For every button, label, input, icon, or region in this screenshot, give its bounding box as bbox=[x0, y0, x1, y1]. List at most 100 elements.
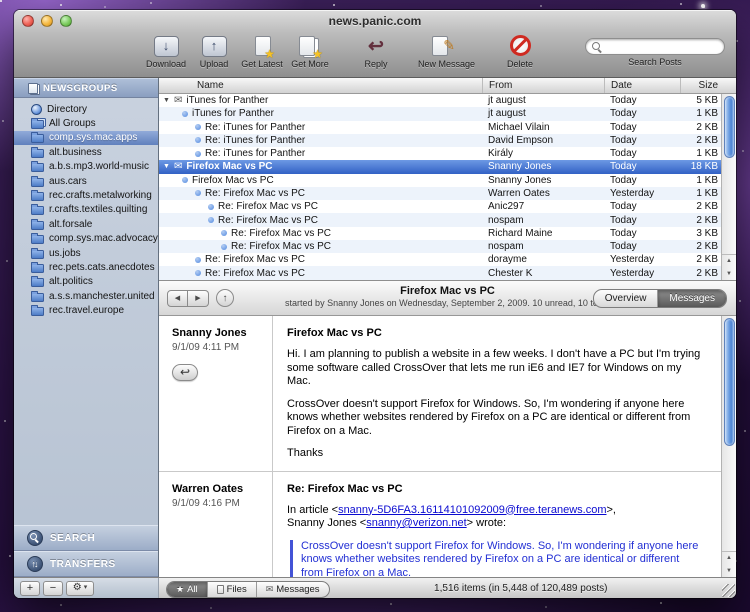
message-row[interactable]: Re: Firefox Mac vs PC Anic297 Today 2 KB bbox=[159, 200, 736, 213]
sidebar-item-rec-travel-europe[interactable]: rec.travel.europe bbox=[14, 303, 158, 317]
message-from: Chester K bbox=[488, 267, 533, 279]
column-header-name[interactable]: Name bbox=[159, 78, 482, 93]
upload-icon bbox=[197, 34, 231, 59]
message-name: Firefox Mac vs PC bbox=[186, 161, 273, 173]
sidebar-section-search[interactable]: SEARCH bbox=[14, 525, 158, 551]
sidebar-item-a-b-s-mp3-world-music[interactable]: a.b.s.mp3.world-music bbox=[14, 160, 158, 174]
message-body: Firefox Mac vs PC Hi. I am planning to pu… bbox=[273, 316, 721, 471]
sidebar-item-aus-cars[interactable]: aus.cars bbox=[14, 174, 158, 188]
sidebar-item-r-crafts-textiles-quilting[interactable]: r.crafts.textiles.quilting bbox=[14, 203, 158, 217]
toolbar-button-get-more[interactable]: Get More bbox=[286, 34, 334, 69]
newsgroup-folder-icon bbox=[31, 276, 44, 288]
message-name-cell: Firefox Mac vs PC bbox=[159, 175, 482, 186]
sidebar-item-directory[interactable]: Directory bbox=[14, 102, 158, 116]
filter-files[interactable]: Files bbox=[206, 581, 256, 597]
newsgroup-folder-icon bbox=[31, 233, 44, 245]
message-row[interactable]: Re: Firefox Mac vs PC nospam Today 2 KB bbox=[159, 239, 736, 254]
newsgroup-folder-icon bbox=[31, 161, 44, 173]
sidebar-item-rec-crafts-metalworking[interactable]: rec.crafts.metalworking bbox=[14, 188, 158, 202]
toolbar-button-get-latest[interactable]: Get Latest bbox=[238, 34, 286, 69]
back-button[interactable]: ◀ bbox=[167, 289, 188, 307]
tab-overview[interactable]: Overview bbox=[594, 290, 658, 307]
sidebar-item-comp-sys-mac-apps[interactable]: comp.sys.mac.apps bbox=[14, 130, 158, 146]
message-row[interactable]: Re: iTunes for Panther Király Today 1 KB bbox=[159, 147, 736, 160]
column-header-date[interactable]: Date bbox=[604, 78, 680, 93]
toolbar-button-reply[interactable]: Reply bbox=[352, 34, 400, 69]
message-subject: Re: Firefox Mac vs PC bbox=[287, 482, 403, 495]
toolbar-button-delete[interactable]: Delete bbox=[496, 34, 544, 69]
message-from: jt august bbox=[488, 108, 526, 120]
unread-dot-icon bbox=[221, 230, 227, 237]
sidebar-section-newsgroups[interactable]: NEWSGROUPS bbox=[14, 78, 158, 98]
filter-label: Messages bbox=[276, 583, 320, 595]
search-field[interactable] bbox=[585, 38, 725, 55]
disclosure-triangle-icon[interactable]: ▼ bbox=[163, 163, 173, 170]
toolbar-button-upload[interactable]: Upload bbox=[190, 34, 238, 69]
column-header-size[interactable]: Size bbox=[680, 78, 736, 93]
message-view-scrollbar[interactable]: ▲ ▼ bbox=[721, 316, 736, 577]
remove-button[interactable]: − bbox=[43, 580, 63, 596]
message-name-cell: iTunes for Panther bbox=[159, 108, 482, 119]
sidebar-item-alt-business[interactable]: alt.business bbox=[14, 145, 158, 159]
disclosure-triangle-icon[interactable]: ▼ bbox=[163, 97, 173, 104]
filter-all[interactable]: ★ All bbox=[167, 581, 207, 597]
message-row[interactable]: Re: Firefox Mac vs PC Richard Maine Today 3… bbox=[159, 227, 736, 240]
newsgroup-folder-icon bbox=[31, 204, 44, 216]
sidebar-item-rec-pets-cats-anecdotes[interactable]: rec.pets.cats.anecdotes bbox=[14, 260, 158, 274]
add-button[interactable]: + bbox=[20, 580, 40, 596]
close-button[interactable] bbox=[22, 15, 34, 27]
message-row[interactable]: ▼ ✉ Firefox Mac vs PC Snanny Jones Today 18 K… bbox=[159, 160, 736, 174]
message-row[interactable]: Re: Firefox Mac vs PC Warren Oates Yesterd… bbox=[159, 186, 736, 201]
up-arrow-button[interactable]: ↑ bbox=[216, 289, 234, 307]
scroll-down-arrow[interactable]: ▼ bbox=[722, 268, 736, 280]
sidebar-item-label: aus.cars bbox=[49, 175, 87, 187]
unread-dot-icon bbox=[182, 177, 188, 184]
message-row[interactable]: ▼ ✉ iTunes for Panther jt august Today 5 KB bbox=[159, 94, 736, 107]
scroll-up-arrow[interactable]: ▲ bbox=[722, 552, 736, 565]
scrollbar-thumb[interactable] bbox=[723, 96, 735, 158]
toolbar-button-label: Delete bbox=[506, 59, 533, 69]
toolbar-button-label: Get Latest bbox=[241, 59, 283, 69]
sidebar-item-label: alt.forsale bbox=[49, 218, 93, 230]
message-row[interactable]: Re: Firefox Mac vs PC dorayme Yesterday 2 K… bbox=[159, 253, 736, 266]
sidebar-item-comp-sys-mac-advocacy[interactable]: comp.sys.mac.advocacy bbox=[14, 232, 158, 246]
message-row[interactable]: Re: iTunes for Panther Michael Vilain Toda… bbox=[159, 121, 736, 134]
message-row[interactable]: Re: Firefox Mac vs PC Chester K Yesterday 2… bbox=[159, 266, 736, 280]
message-row[interactable]: iTunes for Panther jt august Today 1 KB bbox=[159, 107, 736, 121]
sidebar-item-a-s-s-manchester-united[interactable]: a.s.s.manchester.united bbox=[14, 289, 158, 303]
reply-button[interactable]: ↩ bbox=[172, 364, 198, 381]
action-menu-button[interactable]: ⚙ ▾ bbox=[66, 580, 94, 596]
toolbar-button-new-message[interactable]: New Message bbox=[418, 34, 475, 69]
tab-messages[interactable]: Messages bbox=[657, 290, 726, 307]
message-date: Today bbox=[610, 201, 637, 213]
search-input[interactable] bbox=[606, 40, 718, 53]
minimize-button[interactable] bbox=[41, 15, 53, 27]
message-row[interactable]: Re: Firefox Mac vs PC nospam Today 2 KB bbox=[159, 213, 736, 227]
resize-grip[interactable] bbox=[722, 584, 735, 597]
sidebar-item-alt-forsale[interactable]: alt.forsale bbox=[14, 217, 158, 231]
window-titlebar[interactable]: news.panic.com bbox=[14, 10, 736, 32]
scroll-down-arrow[interactable]: ▼ bbox=[722, 565, 736, 577]
message-list-scrollbar[interactable]: ▲ ▼ bbox=[721, 94, 736, 280]
toolbar-button-label: Download bbox=[145, 59, 187, 69]
scroll-up-arrow[interactable]: ▲ bbox=[722, 255, 736, 268]
forward-button[interactable]: ▶ bbox=[188, 289, 209, 307]
filter-label: All bbox=[187, 583, 198, 595]
filter-messages[interactable]: ✉ Messages bbox=[255, 581, 329, 597]
newsgroup-folder-icon bbox=[31, 290, 44, 302]
sidebar-item-alt-politics[interactable]: alt.politics bbox=[14, 275, 158, 289]
email-link[interactable]: snanny@verizon.net bbox=[366, 517, 466, 529]
toolbar-button-download[interactable]: Download bbox=[142, 34, 190, 69]
message-row[interactable]: Re: iTunes for Panther David Empson Today 2… bbox=[159, 133, 736, 148]
email-link[interactable]: snanny-5D6FA3.16114101092009@free.terane… bbox=[338, 504, 606, 516]
message-row[interactable]: Firefox Mac vs PC Snanny Jones Today 1 KB bbox=[159, 174, 736, 187]
groups-icon bbox=[31, 118, 44, 130]
sidebar-item-us-jobs[interactable]: us.jobs bbox=[14, 246, 158, 260]
sidebar-section-transfers[interactable]: ↑↓ TRANSFERS bbox=[14, 551, 158, 577]
message-list: ▼ ✉ iTunes for Panther jt august Today 5 KB iT… bbox=[159, 94, 736, 280]
thread-header-bar: ◀ ▶ ↑ Firefox Mac vs PC started by Snann… bbox=[159, 280, 736, 316]
zoom-button[interactable] bbox=[60, 15, 72, 27]
column-header-from[interactable]: From bbox=[482, 78, 604, 93]
scrollbar-thumb[interactable] bbox=[723, 318, 735, 446]
sidebar-item-all-groups[interactable]: All Groups bbox=[14, 116, 158, 130]
